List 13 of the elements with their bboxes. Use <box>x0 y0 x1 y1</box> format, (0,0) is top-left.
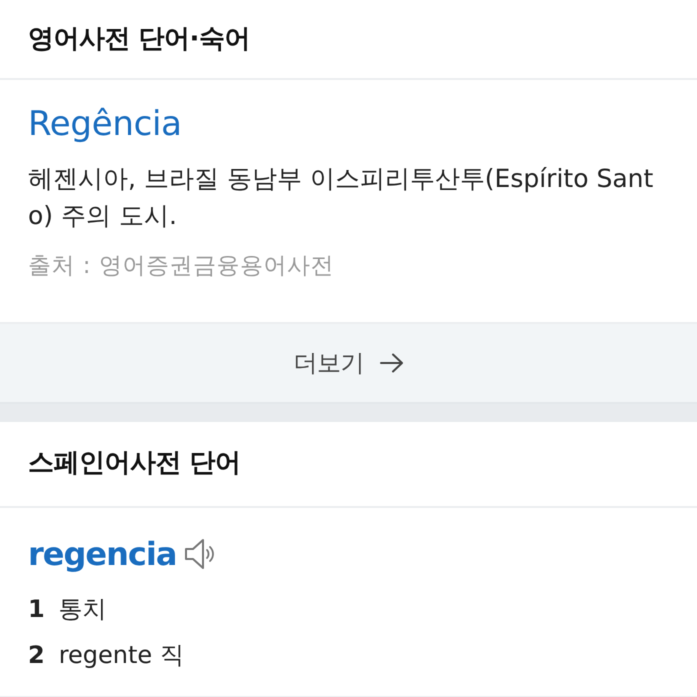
meaning-number: 2 <box>28 640 45 671</box>
meaning-text: regente 직 <box>58 640 184 671</box>
meaning-number: 1 <box>28 594 45 625</box>
definition-text: 헤젠시아, 브라질 동남부 이스피리투산투(Espírito Santo) 주의 도시. <box>28 163 654 232</box>
headword-link[interactable]: regencia <box>28 530 176 578</box>
more-button[interactable]: 더보기 <box>0 322 697 404</box>
section-title: 영어사전 단어·숙어 <box>28 22 250 56</box>
arrow-right-icon <box>380 352 404 373</box>
section-title: 스페인어사전 단어 <box>28 447 241 480</box>
source-text: 출처 : 영어증권금융용어사전 <box>28 252 335 282</box>
speaker-icon[interactable] <box>184 538 216 570</box>
headword-link[interactable]: Regência <box>28 102 182 146</box>
meaning-text: 통치 <box>58 594 107 625</box>
